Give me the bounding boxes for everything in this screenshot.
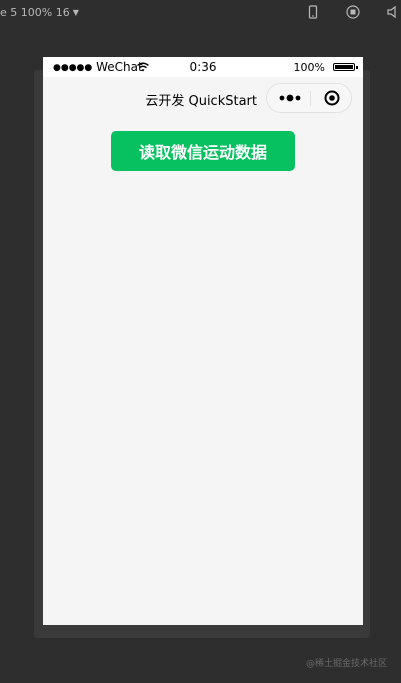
devtools-toolbar: e 5 100% 16 ▼ (0, 0, 401, 26)
phone-icon[interactable] (306, 5, 320, 19)
navigation-bar: 云开发 QuickStart (43, 77, 363, 119)
menu-capsule (266, 83, 352, 113)
status-bar: ●●●●● WeChat 0:36 100% (43, 57, 363, 77)
more-icon[interactable] (279, 92, 301, 104)
battery-icon (333, 63, 358, 71)
caret-down-icon: ▼ (72, 8, 79, 17)
page-title: 云开发 QuickStart (145, 94, 257, 109)
simulator-screen: ●●●●● WeChat 0:36 100% 云开发 QuickStart 读取… (43, 57, 363, 625)
volume-icon[interactable] (386, 5, 400, 19)
read-werun-data-button[interactable]: 读取微信运动数据 (111, 131, 295, 171)
capsule-divider (310, 91, 311, 106)
device-selector[interactable]: e 5 100% 16 ▼ (0, 6, 79, 19)
watermark: @稀土掘金技术社区 (305, 659, 387, 669)
close-miniprogram-icon[interactable] (324, 90, 340, 106)
battery-percentage: 100% (293, 61, 325, 74)
record-icon[interactable] (346, 5, 360, 19)
